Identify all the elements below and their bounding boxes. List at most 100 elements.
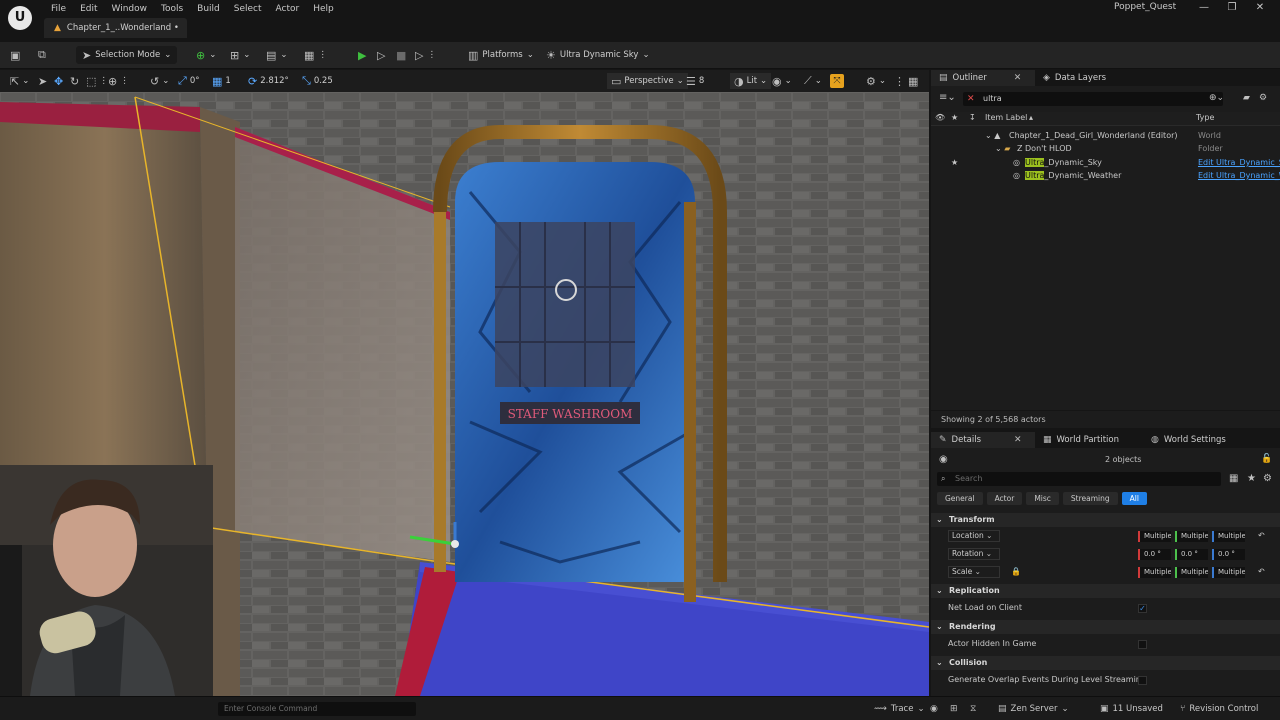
- filter-misc[interactable]: Misc: [1026, 492, 1059, 505]
- category-replication[interactable]: ⌄ Replication: [931, 584, 1280, 598]
- settings-icon[interactable]: ⚙: [1259, 93, 1267, 103]
- scale-y[interactable]: Multiple: [1175, 567, 1208, 578]
- realtime-icon[interactable]: ⟋ ⌄: [804, 73, 822, 89]
- net-load-checkbox[interactable]: ✓: [1138, 604, 1147, 613]
- settings-icon[interactable]: ⚙: [1263, 473, 1272, 484]
- menu-edit[interactable]: Edit: [73, 2, 104, 16]
- play-icon[interactable]: ▶: [358, 46, 366, 64]
- tree-row-ultra-dynamic-weather[interactable]: ◎ Ultra_Dynamic_Weather Edit Ultra_Dynam…: [931, 169, 1280, 182]
- table-view-icon[interactable]: ▦: [1229, 473, 1238, 484]
- details-search-input[interactable]: ⌕ Search: [937, 472, 1221, 486]
- lock-icon[interactable]: 🔒: [1011, 564, 1021, 580]
- select-tool-icon[interactable]: ➤: [38, 73, 47, 89]
- derived-data-icon[interactable]: ⧖: [970, 702, 976, 716]
- minimize-button[interactable]: —: [1190, 0, 1218, 16]
- record-icon[interactable]: ◉: [930, 702, 938, 716]
- viewport-options-icon[interactable]: ⋮: [894, 73, 905, 89]
- blueprint-icon[interactable]: ⊞ ⌄: [230, 46, 250, 64]
- scale-z[interactable]: Multiple: [1212, 567, 1245, 578]
- new-folder-icon[interactable]: ▰: [1243, 93, 1250, 103]
- favorite-icon[interactable]: ★: [1247, 473, 1256, 484]
- build-icon[interactable]: ▦ ⋮: [304, 46, 327, 64]
- translate-tool-icon[interactable]: ✥: [54, 73, 63, 89]
- edit-blueprint-link[interactable]: Edit Ultra_Dynamic_S: [1198, 156, 1280, 169]
- stop-icon[interactable]: ■: [396, 46, 406, 64]
- layout-icon[interactable]: ▦: [908, 73, 918, 89]
- snap-toggle[interactable]: ⤧: [830, 73, 844, 89]
- location-y[interactable]: Multiple: [1175, 531, 1208, 542]
- favorite-icon[interactable]: ★: [951, 156, 958, 169]
- add-filter-icon[interactable]: ⊕⌄: [1209, 93, 1224, 103]
- scale-tool-icon[interactable]: ⬚ ⋮: [86, 73, 108, 89]
- perspective-dropdown[interactable]: ▭ Perspective ⌄: [607, 73, 688, 89]
- category-rendering[interactable]: ⌄ Rendering: [931, 620, 1280, 634]
- cinematics-icon[interactable]: ▤ ⌄: [266, 46, 288, 64]
- location-x[interactable]: Multiple: [1138, 531, 1171, 542]
- trace-dropdown[interactable]: ⟿ Trace ⌄: [874, 702, 925, 716]
- location-z[interactable]: Multiple: [1212, 531, 1245, 542]
- category-collision[interactable]: ⌄ Collision: [931, 656, 1280, 670]
- menu-help[interactable]: Help: [306, 2, 341, 16]
- scale-dropdown[interactable]: Scale ⌄: [948, 566, 1000, 578]
- selection-mode-dropdown[interactable]: ➤ Selection Mode ⌄: [76, 46, 178, 64]
- filter-actor[interactable]: Actor: [986, 492, 1023, 505]
- unsaved-button[interactable]: ▣ 11 Unsaved: [1100, 702, 1163, 716]
- tab-outliner[interactable]: ▤ Outliner ✕: [931, 70, 1035, 86]
- viewport-settings-icon[interactable]: ⚙ ⌄: [866, 73, 886, 89]
- tree-row-folder[interactable]: ⌄ ▰ Z Don't HLOD Folder: [931, 142, 1280, 155]
- viewport-menu-icon[interactable]: ⇱ ⌄: [10, 73, 29, 89]
- camera-speed[interactable]: ⟳ 2.812°: [248, 73, 289, 89]
- world-space-icon[interactable]: ⊕ ⋮: [108, 73, 129, 89]
- screenshot-icon[interactable]: ⊞: [950, 702, 958, 716]
- launch-icon[interactable]: ▷ ⋮: [415, 46, 436, 64]
- rotation-snap[interactable]: ⤢ 0°: [178, 73, 199, 89]
- console-command-input[interactable]: Enter Console Command: [218, 702, 416, 716]
- advance-frame-icon[interactable]: ▷: [377, 46, 385, 64]
- reset-icon[interactable]: ↶: [1258, 564, 1265, 580]
- close-icon[interactable]: ✕: [1014, 73, 1022, 83]
- rotation-dropdown[interactable]: Rotation ⌄: [948, 548, 1000, 560]
- rotation-x[interactable]: 0.0 °: [1138, 549, 1171, 560]
- fov-dropdown[interactable]: ☰ 8: [686, 73, 704, 89]
- menu-window[interactable]: Window: [105, 2, 155, 16]
- revision-control-button[interactable]: ⑂ Revision Control: [1180, 702, 1258, 716]
- edit-blueprint-link[interactable]: Edit Ultra_Dynamic_W: [1198, 169, 1280, 182]
- filter-all[interactable]: All: [1121, 492, 1147, 505]
- overlap-checkbox[interactable]: [1138, 676, 1147, 685]
- rotation-z[interactable]: 0.0 °: [1212, 549, 1245, 560]
- filter-general[interactable]: General: [937, 492, 983, 505]
- zen-server-dropdown[interactable]: ▤ Zen Server ⌄: [998, 702, 1069, 716]
- tab-world-settings[interactable]: ◍ World Settings: [1143, 432, 1234, 448]
- add-actor-icon[interactable]: ⊕ ⌄: [196, 46, 216, 64]
- restore-button[interactable]: ❐: [1218, 0, 1246, 16]
- scale-snap[interactable]: ▦ 1: [212, 73, 231, 89]
- lock-icon[interactable]: 🔓: [1261, 454, 1272, 464]
- lit-dropdown[interactable]: ◑ Lit ⌄: [730, 73, 772, 89]
- surface-snap-icon[interactable]: ↺ ⌄: [150, 73, 169, 89]
- visibility-icon[interactable]: 👁: [935, 113, 945, 122]
- clear-search-icon[interactable]: ✕: [967, 92, 975, 106]
- location-dropdown[interactable]: Location ⌄: [948, 530, 1000, 542]
- outliner-search-input[interactable]: ✕ ultra: [963, 92, 1223, 106]
- save-icon[interactable]: ▣: [10, 46, 20, 64]
- close-button[interactable]: ✕: [1246, 0, 1274, 16]
- unreal-logo-icon[interactable]: U: [8, 6, 32, 30]
- pin-icon[interactable]: ↧: [969, 113, 976, 122]
- reset-icon[interactable]: ↶: [1258, 528, 1265, 544]
- close-icon[interactable]: ✕: [1014, 435, 1022, 445]
- menu-select[interactable]: Select: [227, 2, 269, 16]
- tree-row-world[interactable]: ⌄ ▲ Chapter_1_Dead_Girl_Wonderland (Edit…: [931, 129, 1280, 142]
- menu-tools[interactable]: Tools: [154, 2, 190, 16]
- tab-data-layers[interactable]: ◈ Data Layers: [1035, 70, 1114, 86]
- favorite-icon[interactable]: ★: [951, 113, 958, 122]
- platforms-dropdown[interactable]: ▥ Platforms ⌄: [468, 46, 534, 64]
- scale-x[interactable]: Multiple: [1138, 567, 1171, 578]
- grid-snap[interactable]: ⤡ 0.25: [302, 73, 333, 89]
- menu-actor[interactable]: Actor: [269, 2, 307, 16]
- sky-dropdown[interactable]: ☀ Ultra Dynamic Sky ⌄: [546, 46, 650, 64]
- menu-build[interactable]: Build: [190, 2, 227, 16]
- tab-world-partition[interactable]: ▦ World Partition: [1035, 432, 1127, 448]
- level-viewport[interactable]: STAFF WASHROOM: [0, 92, 929, 696]
- col-item-label[interactable]: Item Label: [985, 113, 1027, 122]
- level-document-tab[interactable]: ▲ Chapter_1_..Wonderland •: [44, 18, 187, 38]
